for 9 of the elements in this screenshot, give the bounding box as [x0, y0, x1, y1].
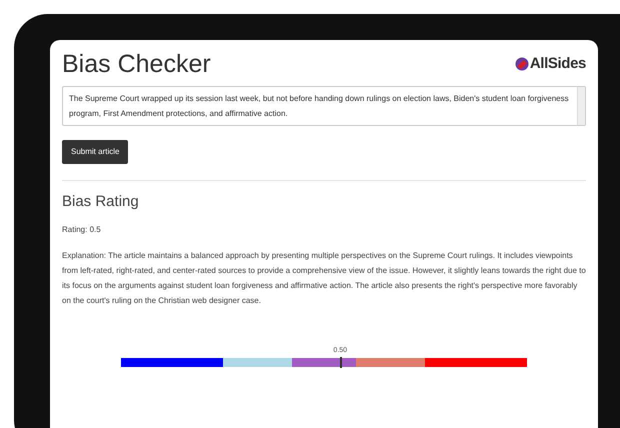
submit-button[interactable]: Submit article	[62, 140, 128, 164]
page-title: Bias Checker	[62, 49, 211, 80]
article-textarea[interactable]: The Supreme Court wrapped up its session last week, but not before handing down rulings on election laws, Biden's student loan forgiveness program, First Amendment protections, and affirmative action.	[62, 86, 586, 126]
explanation-text: Explanation: The article maintains a balanced approach by presenting multiple perspectives on the Supreme Court rulings. It includes viewpoints from left-rated, right-rated, and center-rated sources to provide a comprehensive view of the issue. However, it slightly leans towards the right due to its focus on the arguments against student loan forgiveness and affirmative action. The article also presents the right's perspective more favorably on the court's ruling on the Christian web designer case.	[62, 250, 586, 307]
logo-text: AllSides	[530, 54, 586, 74]
scrollbar[interactable]	[577, 87, 585, 125]
section-heading: Bias Rating	[62, 192, 140, 212]
rating-text: Rating: 0.5	[62, 224, 102, 236]
logo-icon	[514, 57, 529, 71]
